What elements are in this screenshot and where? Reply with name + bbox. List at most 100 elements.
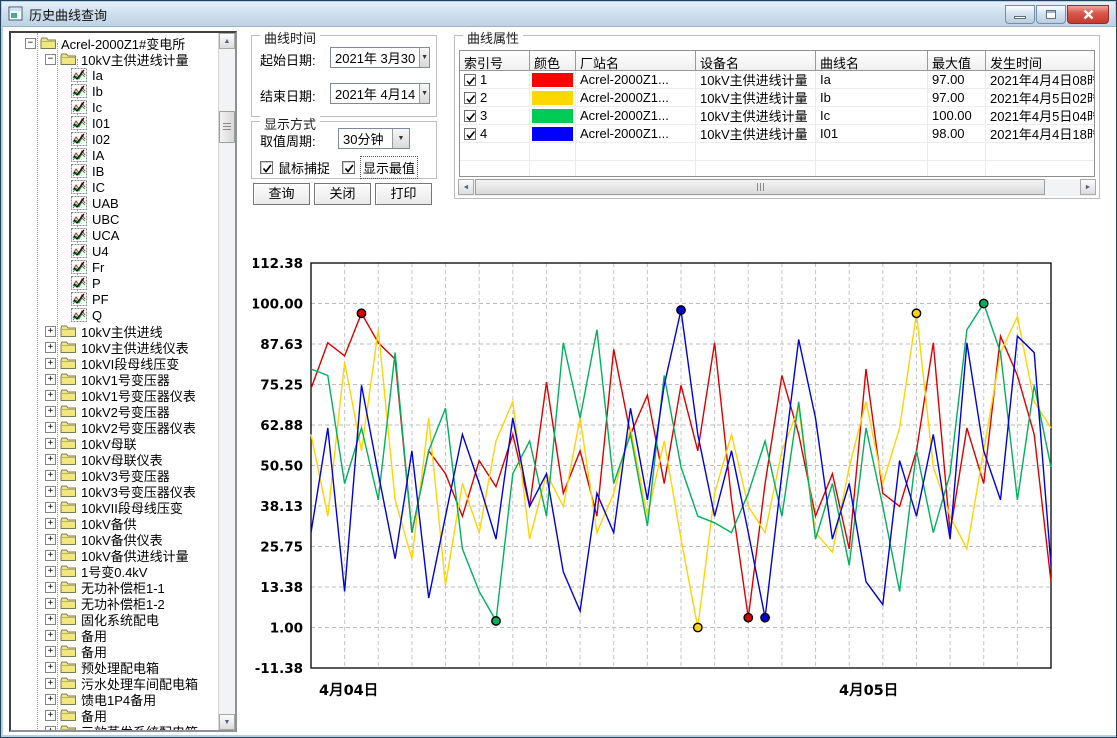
tree-item[interactable]: UAB: [11, 195, 218, 211]
curve-icon: [71, 196, 88, 210]
tree-item[interactable]: +固化系统配电: [11, 611, 218, 627]
end-date-value: 2021年 4月14: [331, 84, 419, 103]
column-header-1[interactable]: 颜色: [530, 51, 576, 71]
column-header-2[interactable]: 厂站名: [576, 51, 696, 71]
tree-item-label: Ib: [92, 84, 103, 99]
column-header-0[interactable]: 索引号: [460, 51, 530, 71]
column-header-3[interactable]: 设备名: [696, 51, 816, 71]
column-header-6[interactable]: 发生时间: [986, 51, 1095, 71]
period-select[interactable]: 30分钟 ▼: [338, 128, 410, 149]
folder-icon: [40, 36, 57, 50]
chevron-down-icon[interactable]: ▼: [419, 48, 429, 67]
show-extremes-checkbox[interactable]: 显示最值: [342, 156, 418, 179]
tree-item[interactable]: +备用: [11, 627, 218, 643]
expand-toggle-icon[interactable]: +: [45, 502, 56, 513]
column-header-4[interactable]: 曲线名: [816, 51, 928, 71]
expand-toggle-icon[interactable]: +: [45, 582, 56, 593]
table-hscrollbar[interactable]: ◄ ►: [458, 179, 1096, 196]
tree-item-label: 10kV主供进线计量: [81, 50, 189, 69]
chevron-down-icon[interactable]: ▼: [419, 84, 429, 103]
tree-item[interactable]: I02: [11, 131, 218, 147]
expand-toggle-icon[interactable]: +: [45, 342, 56, 353]
row-checkbox-checked-icon[interactable]: [464, 128, 476, 140]
collapse-toggle-icon[interactable]: −: [25, 38, 36, 49]
expand-toggle-icon[interactable]: +: [45, 470, 56, 481]
close-dialog-button[interactable]: 关闭: [314, 183, 371, 205]
curve-name-cell: I01: [816, 125, 928, 142]
expand-toggle-icon[interactable]: +: [45, 438, 56, 449]
expand-toggle-icon[interactable]: +: [45, 374, 56, 385]
maximize-button[interactable]: [1036, 5, 1066, 24]
table-row[interactable]: 1Acrel-2000Z1...10kV主供进线计量Ia97.002021年4月…: [460, 71, 1094, 89]
tree-scrollbar-thumb[interactable]: [219, 111, 235, 143]
app-icon: [8, 6, 24, 22]
mouse-capture-checkbox[interactable]: 鼠标捕捉: [260, 158, 330, 177]
expand-toggle-icon[interactable]: +: [45, 518, 56, 529]
print-button[interactable]: 打印: [375, 183, 432, 205]
tree-item[interactable]: Fr: [11, 259, 218, 275]
tree-item[interactable]: PF: [11, 291, 218, 307]
checkbox-checked-icon[interactable]: [260, 161, 273, 174]
tree-item[interactable]: IC: [11, 179, 218, 195]
expand-toggle-icon[interactable]: +: [45, 646, 56, 657]
tree-item[interactable]: U4: [11, 243, 218, 259]
tree-item[interactable]: Ib: [11, 83, 218, 99]
expand-toggle-icon[interactable]: +: [45, 534, 56, 545]
start-date-picker[interactable]: 2021年 3月30 ▼: [330, 47, 430, 68]
scroll-left-button[interactable]: ◄: [458, 179, 474, 195]
tree-item[interactable]: UCA: [11, 227, 218, 243]
expand-toggle-icon[interactable]: +: [45, 326, 56, 337]
expand-toggle-icon[interactable]: +: [45, 662, 56, 673]
curve-props-group-label: 曲线属性: [463, 28, 523, 47]
expand-toggle-icon[interactable]: +: [45, 566, 56, 577]
expand-toggle-icon[interactable]: +: [45, 406, 56, 417]
tree-item[interactable]: +三效蒸发系统配电箱: [11, 723, 218, 730]
row-index-cell: 3: [460, 107, 530, 124]
tree-item[interactable]: +馈电1P4备用: [11, 691, 218, 707]
expand-toggle-icon[interactable]: +: [45, 694, 56, 705]
scroll-down-button[interactable]: ▼: [219, 714, 235, 730]
titlebar[interactable]: 历史曲线查询: [2, 2, 1115, 27]
tree-item[interactable]: − 10kV主供进线计量: [11, 51, 218, 67]
query-button[interactable]: 查询: [253, 183, 310, 205]
tree-item[interactable]: IB: [11, 163, 218, 179]
row-checkbox-checked-icon[interactable]: [464, 110, 476, 122]
expand-toggle-icon[interactable]: +: [45, 454, 56, 465]
end-date-picker[interactable]: 2021年 4月14 ▼: [330, 83, 430, 104]
expand-toggle-icon[interactable]: +: [45, 726, 56, 731]
chevron-down-icon[interactable]: ▼: [392, 129, 409, 148]
expand-toggle-icon[interactable]: +: [45, 710, 56, 721]
tree-item[interactable]: UBC: [11, 211, 218, 227]
scroll-up-button[interactable]: ▲: [219, 33, 235, 49]
expand-toggle-icon[interactable]: +: [45, 630, 56, 641]
table-row[interactable]: 2Acrel-2000Z1...10kV主供进线计量Ib97.002021年4月…: [460, 89, 1094, 107]
expand-toggle-icon[interactable]: +: [45, 486, 56, 497]
row-checkbox-checked-icon[interactable]: [464, 74, 476, 86]
table-hscrollbar-thumb[interactable]: [475, 179, 1045, 195]
tree-item[interactable]: P: [11, 275, 218, 291]
expand-toggle-icon[interactable]: +: [45, 678, 56, 689]
period-label: 取值周期:: [260, 131, 316, 150]
expand-toggle-icon[interactable]: +: [45, 358, 56, 369]
checkbox-checked-icon[interactable]: [342, 161, 355, 174]
tree-scrollbar[interactable]: ▲ ▼: [218, 33, 235, 730]
expand-toggle-icon[interactable]: +: [45, 614, 56, 625]
tree-item[interactable]: I01: [11, 115, 218, 131]
curve-icon: [71, 132, 88, 146]
expand-toggle-icon[interactable]: +: [45, 390, 56, 401]
tree-item[interactable]: Ia: [11, 67, 218, 83]
table-row[interactable]: 4Acrel-2000Z1...10kV主供进线计量I0198.002021年4…: [460, 125, 1094, 143]
expand-toggle-icon[interactable]: +: [45, 598, 56, 609]
collapse-toggle-icon[interactable]: −: [45, 54, 56, 65]
close-button[interactable]: [1067, 5, 1109, 24]
scroll-right-button[interactable]: ►: [1080, 179, 1096, 195]
tree-item[interactable]: Ic: [11, 99, 218, 115]
history-chart[interactable]: 112.38100.0087.6375.2562.8850.5038.1325.…: [253, 235, 1113, 713]
table-row[interactable]: 3Acrel-2000Z1...10kV主供进线计量Ic100.002021年4…: [460, 107, 1094, 125]
row-checkbox-checked-icon[interactable]: [464, 92, 476, 104]
minimize-button[interactable]: [1005, 5, 1035, 24]
expand-toggle-icon[interactable]: +: [45, 550, 56, 561]
tree-item[interactable]: IA: [11, 147, 218, 163]
expand-toggle-icon[interactable]: +: [45, 422, 56, 433]
column-header-5[interactable]: 最大值: [928, 51, 986, 71]
